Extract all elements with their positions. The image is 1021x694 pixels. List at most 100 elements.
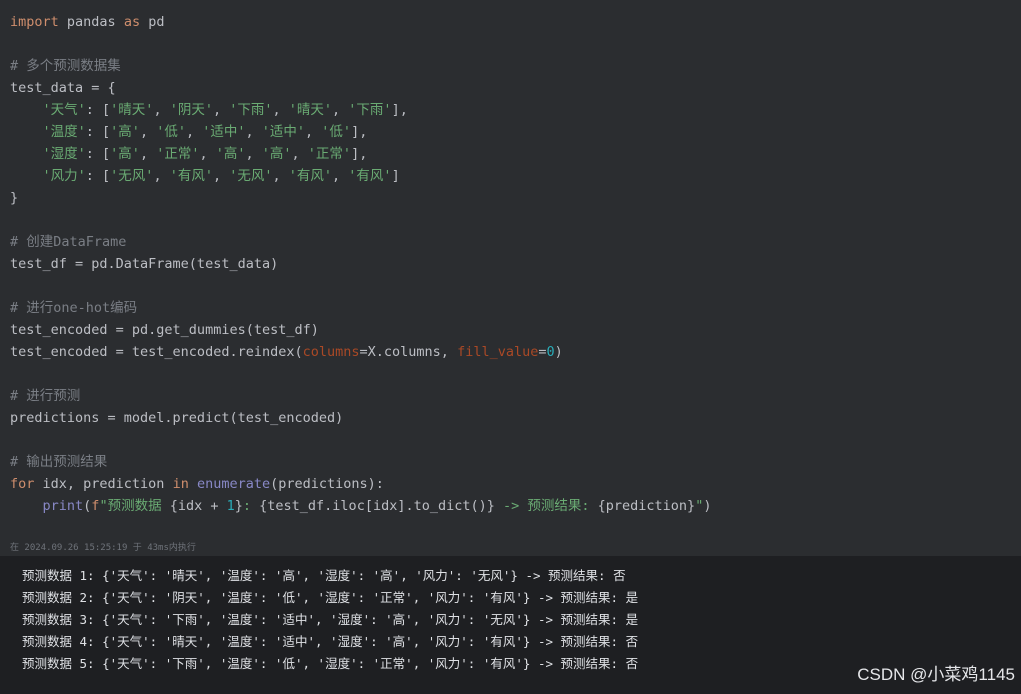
code-token-plain: , (185, 124, 203, 140)
code-token-str: '风力' (42, 168, 86, 184)
code-token-plain: : [ (85, 168, 111, 184)
code-token-plain: , (212, 168, 230, 184)
code-token-param: fill_value (457, 344, 539, 360)
code-line: '风力': ['无风', '有风', '无风', '有风', '有风'] (10, 166, 400, 186)
output-line: 预测数据 4: {'天气': '晴天', '温度': '适中', '湿度': '… (22, 634, 639, 649)
execution-status: 在 2024.09.26 15:25:19 于 43ms内执行 (10, 543, 196, 553)
code-token-plain: test_encoded = pd.get_dummies(test_df) (10, 322, 319, 338)
code-token-str: '下雨' (229, 102, 273, 118)
code-token-str: '正常' (307, 146, 352, 162)
code-token-plain: {prediction} (597, 498, 696, 514)
code-token-str: '高' (261, 146, 292, 162)
code-token-str: '晴天' (288, 102, 333, 118)
code-token-plain: , (332, 102, 349, 118)
code-token-plain: idx, prediction (34, 476, 173, 492)
code-token-str: '无风' (229, 168, 273, 184)
code-token-str: '高' (110, 124, 140, 140)
code-token-plain: } (10, 190, 19, 206)
code-token-builtin: enumerate (196, 476, 271, 492)
code-token-comment: # 进行one-hot编码 (10, 300, 138, 316)
code-token-plain: ], (351, 146, 368, 162)
code-token-plain: : [ (85, 124, 111, 140)
code-token-kw: as (123, 14, 141, 30)
code-line: '温度': ['高', '低', '适中', '适中', '低'], (10, 122, 368, 142)
code-line: } (10, 188, 18, 208)
code-token-kw: import (10, 14, 59, 30)
code-token-comment: # 创建DataFrame (10, 234, 127, 250)
output-line: 预测数据 1: {'天气': '晴天', '温度': '高', '湿度': '高… (22, 568, 626, 583)
code-line: test_encoded = test_encoded.reindex(colu… (10, 342, 563, 362)
code-line: # 输出预测结果 (10, 452, 107, 472)
code-token-str: '晴天' (110, 102, 154, 118)
code-token-plain: , (245, 124, 262, 140)
code-token-plain: ) (703, 498, 712, 514)
code-token-plain: , (212, 102, 230, 118)
code-line: '湿度': ['高', '正常', '高', '高', '正常'], (10, 144, 368, 164)
code-cell[interactable]: import pandas as pd # 多个预测数据集 test_data = … (0, 0, 1021, 540)
code-token-str: '有风' (169, 168, 213, 184)
code-token-plain: predictions = model.predict(test_encoded… (10, 410, 344, 426)
code-token-plain: =X.columns, (359, 344, 458, 360)
code-token-plain: , (153, 102, 170, 118)
code-token-plain: , (305, 124, 322, 140)
code-token-plain: , (272, 168, 289, 184)
code-token-str: '有风' (288, 168, 333, 184)
code-token-kw: for (10, 476, 35, 492)
code-token-plain: {test_df.iloc[idx].to_dict()} (259, 498, 495, 514)
code-token-plain: , (153, 168, 170, 184)
code-token-str: -> 预测结果: (494, 498, 598, 514)
code-token-comment: # 进行预测 (10, 388, 81, 404)
code-token-str: '适中' (261, 124, 306, 140)
output-line: 预测数据 5: {'天气': '下雨', '温度': '低', '湿度': '正… (22, 656, 639, 671)
code-token-str: '高' (215, 146, 246, 162)
code-token-str: '湿度' (42, 146, 86, 162)
code-line: test_df = pd.DataFrame(test_data) (10, 254, 278, 274)
code-token-str: '适中' (202, 124, 246, 140)
code-line: '天气': ['晴天', '阴天', '下雨', '晴天', '下雨'], (10, 100, 408, 120)
code-token-str: '高' (110, 146, 140, 162)
code-token-plain: (predictions): (270, 476, 384, 492)
code-token-plain: ], (391, 102, 408, 118)
code-line: import pandas as pd (10, 12, 164, 32)
code-token-num: 0 (546, 344, 555, 360)
code-token-plain: pandas (58, 14, 124, 30)
code-token-builtin: print (42, 498, 84, 514)
code-token-plain: ) (554, 344, 563, 360)
code-token-plain: , (245, 146, 262, 162)
code-line: # 进行预测 (10, 386, 80, 406)
code-line: test_encoded = pd.get_dummies(test_df) (10, 320, 319, 340)
output-line: 预测数据 3: {'天气': '下雨', '温度': '适中', '湿度': '… (22, 612, 639, 627)
code-line: # 进行one-hot编码 (10, 298, 137, 318)
code-token-str: '低' (156, 124, 186, 140)
code-token-str: '下雨' (348, 102, 392, 118)
code-token-plain: ] (391, 168, 400, 184)
code-token-plain: , (291, 146, 308, 162)
code-line: # 创建DataFrame (10, 232, 126, 252)
code-token-num: 1 (226, 498, 235, 514)
code-token-plain: : [ (85, 102, 111, 118)
code-token-str: "预测数据 (99, 498, 170, 514)
watermark: CSDN @小菜鸡1145 (857, 665, 1015, 684)
code-token-plain: } (234, 498, 243, 514)
code-token-str: '正常' (156, 146, 200, 162)
code-token-plain: {idx + (169, 498, 227, 514)
code-token-plain: , (272, 102, 289, 118)
code-token-plain: : [ (85, 146, 111, 162)
code-token-plain: test_data = { (10, 80, 116, 96)
code-line: print(f"预测数据 {idx + 1}: {test_df.iloc[id… (10, 496, 712, 516)
code-token-str: : (242, 498, 260, 514)
code-token-str: '无风' (110, 168, 154, 184)
code-token-comment: # 多个预测数据集 (10, 58, 121, 74)
code-token-plain: , (139, 146, 157, 162)
code-line: for idx, prediction in enumerate(predict… (10, 474, 384, 494)
code-line: test_data = { (10, 78, 116, 98)
code-line: predictions = model.predict(test_encoded… (10, 408, 343, 428)
code-token-str: '低' (321, 124, 352, 140)
code-token-kw: in (172, 476, 189, 492)
code-token-plain: test_df = pd.DataFrame(test_data) (10, 256, 279, 272)
